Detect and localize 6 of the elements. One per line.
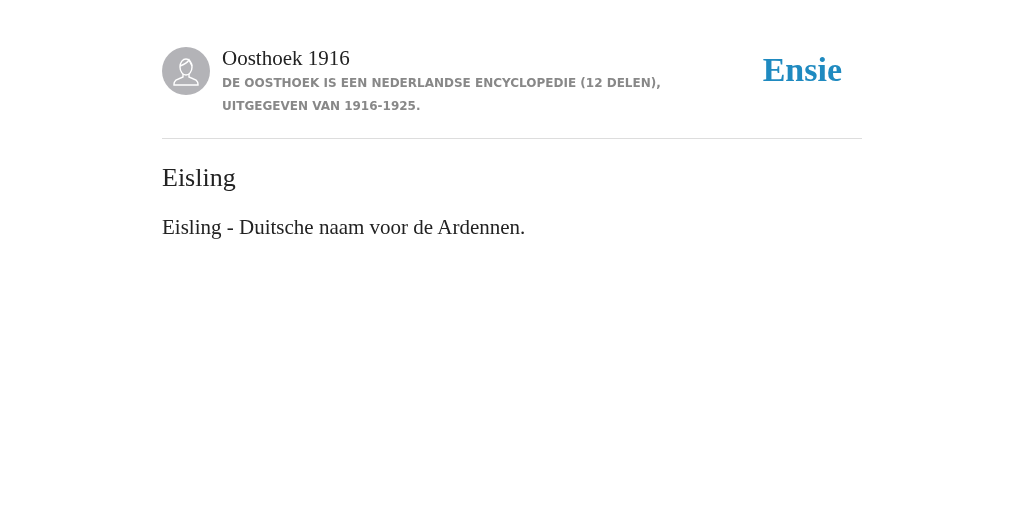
article-body: Eisling - Duitsche naam voor de Ardennen. [162,215,527,240]
site-logo[interactable]: Ensie [762,50,842,90]
avatar-icon [162,47,210,95]
source-title: Oosthoek 1916 [222,46,351,70]
article-title: Eisling [162,163,237,193]
source-description: DE OOSTHOEK IS EEN NEDERLANDSE ENCYCLOPEDIE (12 DELEN), UITGEGEVEN VAN 1916-1925. [222,75,662,115]
